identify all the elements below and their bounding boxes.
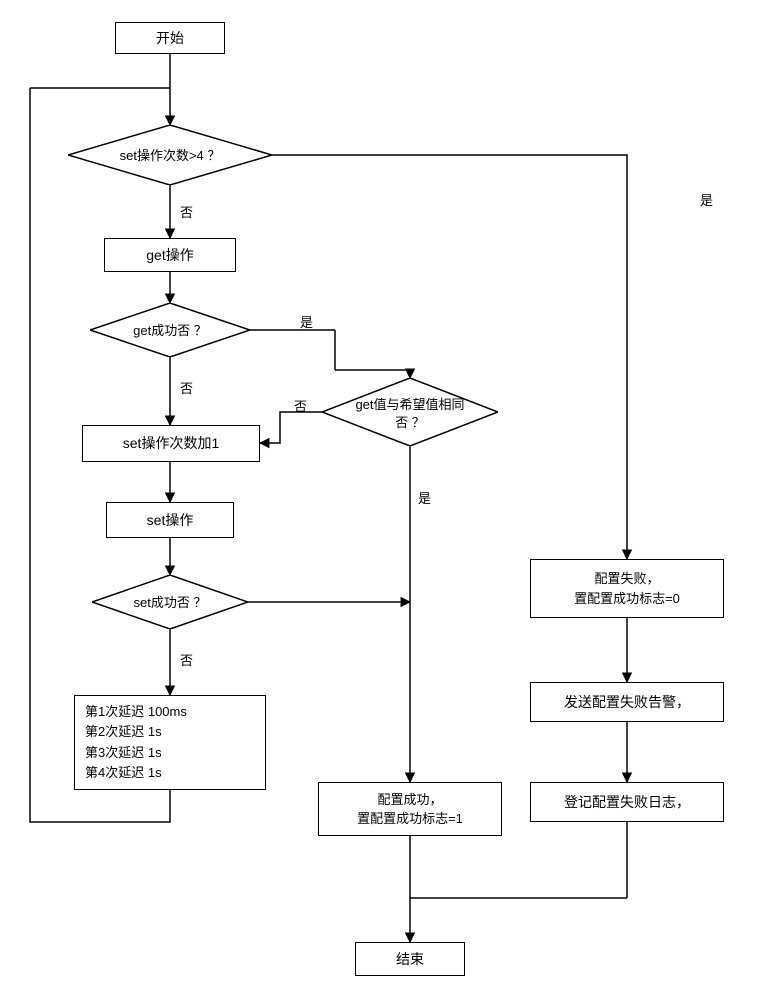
label-no-3: 否: [294, 396, 307, 415]
delay-line-2: 第2次延迟 1s: [85, 722, 187, 742]
label-no-2: 否: [180, 378, 193, 397]
end-node: 结束: [355, 942, 465, 976]
decision-set-count-gt4-label: set操作次数>4 ？: [68, 147, 272, 165]
send-alarm-node: 发送配置失败告警，: [530, 682, 724, 722]
decision-get-ok-label: get成功否 ？: [90, 322, 250, 340]
config-ok-node: 配置成功， 置配置成功标志=1: [318, 782, 502, 836]
decision-set-ok-label: set成功否 ？: [92, 594, 248, 612]
get-op-label: get操作: [146, 246, 193, 264]
decision-set-count-gt4: set操作次数>4 ？: [68, 125, 272, 185]
set-op-node: set操作: [106, 502, 234, 538]
decision-get-ok: get成功否 ？: [90, 303, 250, 357]
decision-get-eq-expected: get值与希望值相同 否 ？: [322, 378, 498, 446]
start-label: 开始: [156, 29, 184, 47]
get-op-node: get操作: [104, 238, 236, 272]
delay-node: 第1次延迟 100ms 第2次延迟 1s 第3次延迟 1s 第4次延迟 1s: [74, 695, 266, 790]
delay-line-3: 第3次延迟 1s: [85, 743, 187, 763]
set-op-label: set操作: [147, 511, 194, 529]
label-no-1: 否: [180, 202, 193, 221]
log-fail-label: 登记配置失败日志，: [564, 793, 690, 811]
delay-line-4: 第4次延迟 1s: [85, 763, 187, 783]
config-fail-node: 配置失败， 置配置成功标志=0: [530, 559, 724, 618]
label-yes-2: 是: [300, 312, 313, 331]
log-fail-node: 登记配置失败日志，: [530, 782, 724, 822]
end-label: 结束: [396, 950, 424, 968]
send-alarm-label: 发送配置失败告警，: [564, 693, 690, 711]
decision-set-ok: set成功否 ？: [92, 575, 248, 629]
config-ok-label: 配置成功， 置配置成功标志=1: [357, 790, 463, 829]
start-node: 开始: [115, 22, 225, 54]
label-no-4: 否: [180, 650, 193, 669]
config-fail-label: 配置失败， 置配置成功标志=0: [574, 569, 680, 608]
set-count-inc-label: set操作次数加1: [123, 434, 219, 452]
set-count-inc-node: set操作次数加1: [82, 425, 260, 462]
decision-get-eq-expected-label: get值与希望值相同 否 ？: [322, 396, 498, 431]
label-yes-3: 是: [418, 488, 431, 507]
delay-line-1: 第1次延迟 100ms: [85, 702, 187, 722]
label-yes-1: 是: [700, 190, 713, 209]
